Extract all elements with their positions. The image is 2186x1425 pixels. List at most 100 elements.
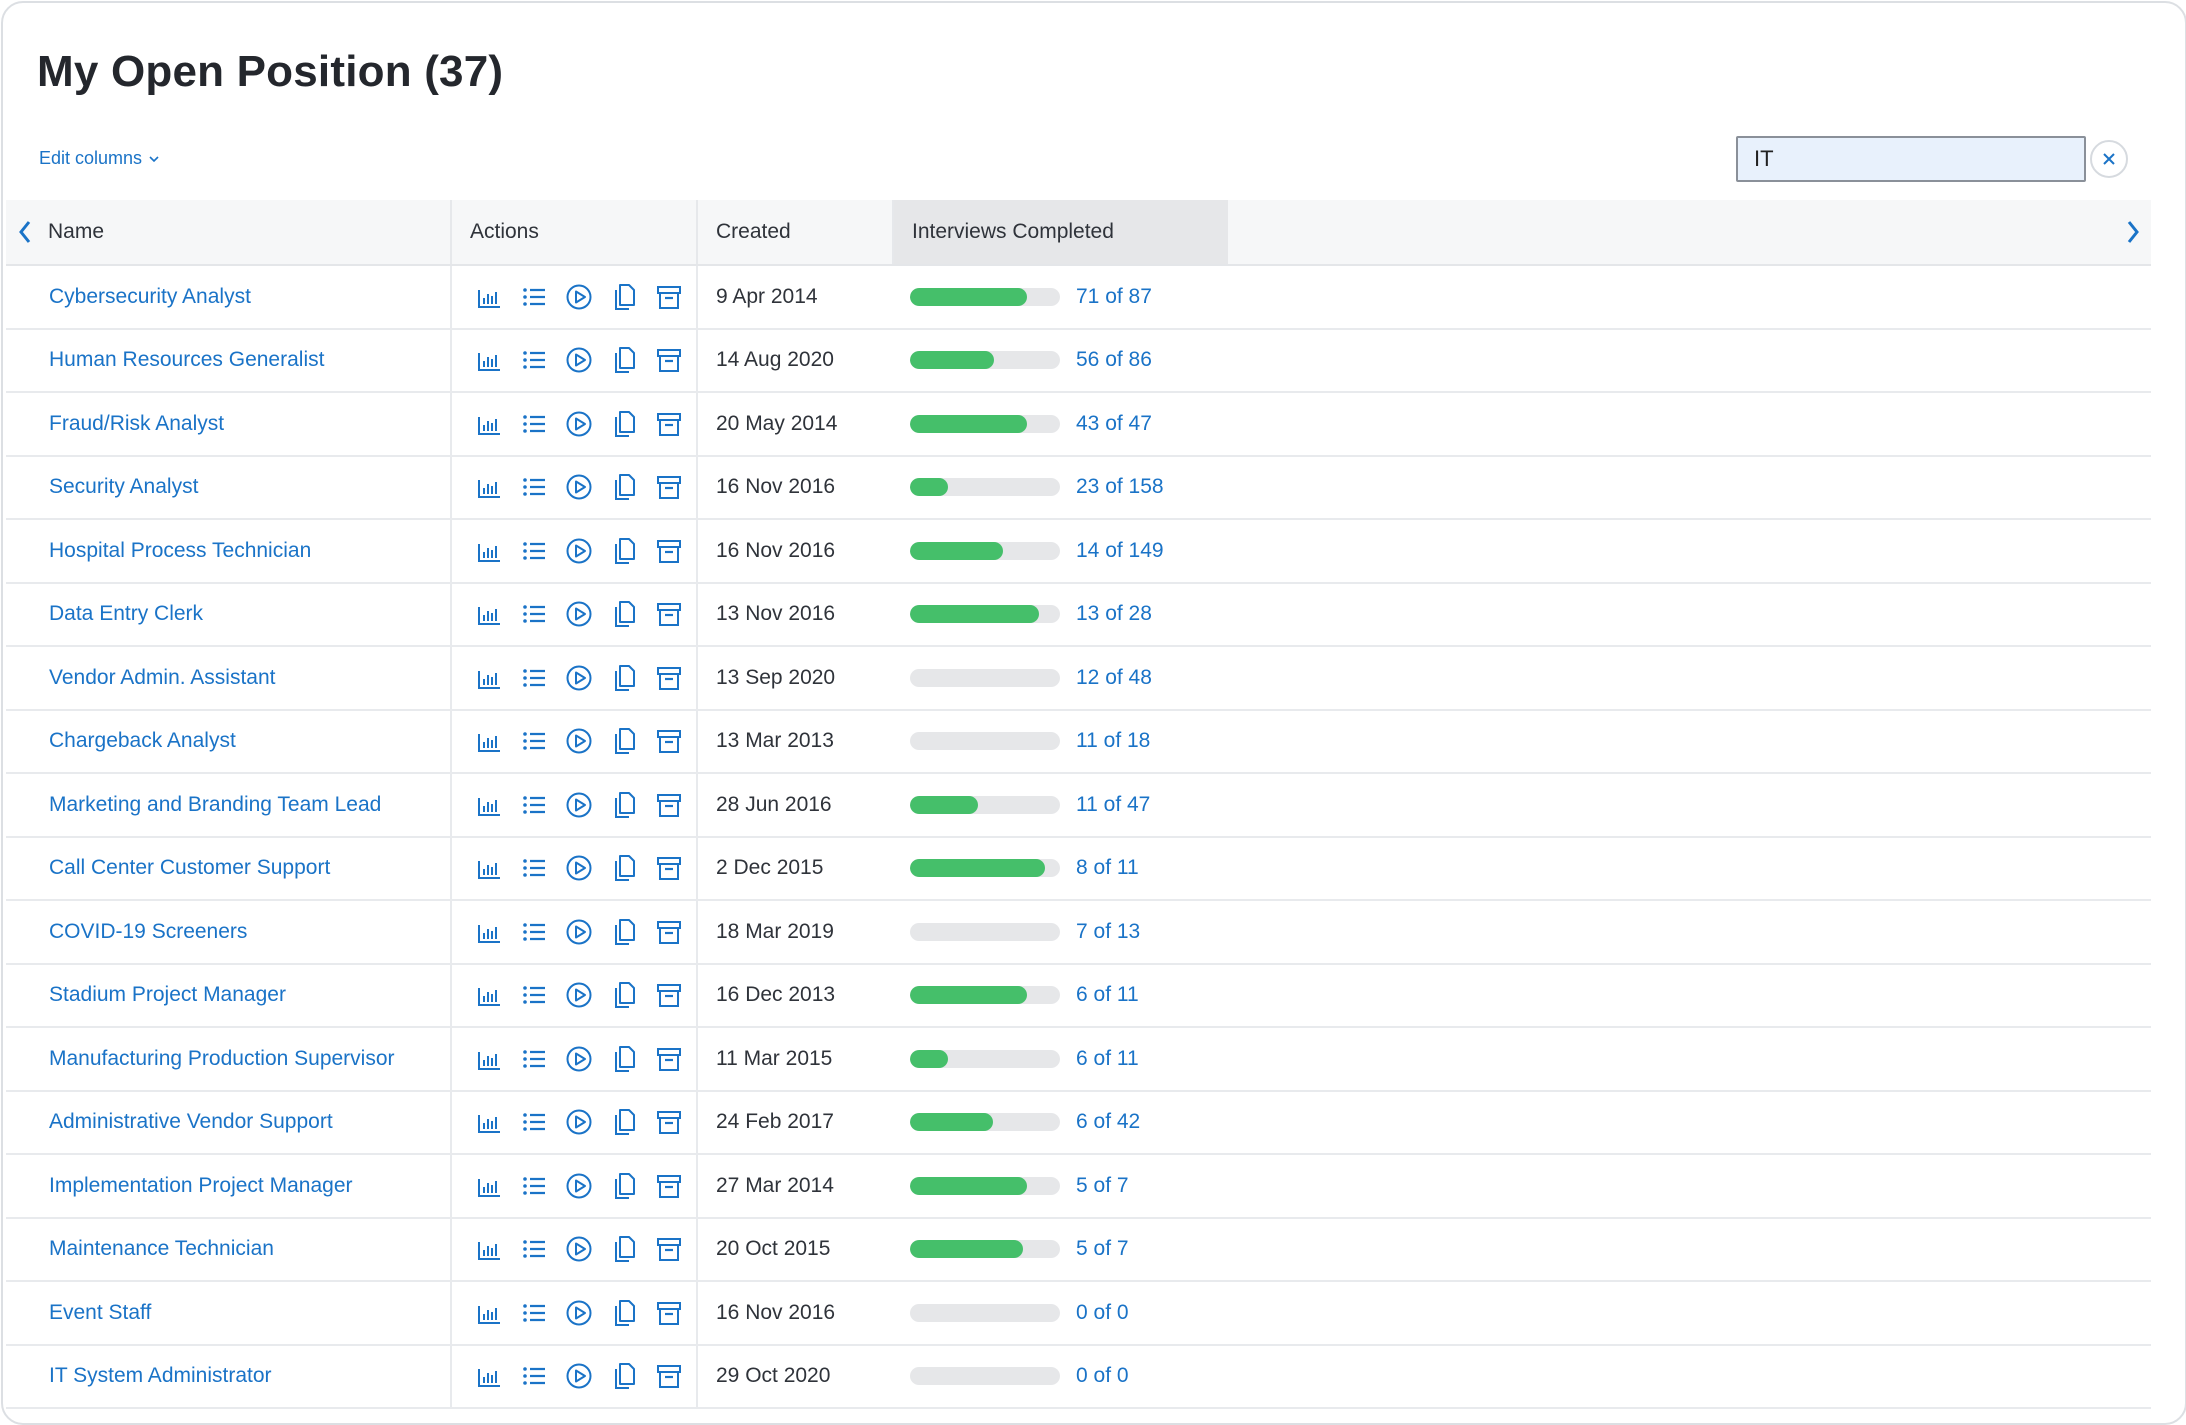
interviews-count-link[interactable]: 11 of 47 [1076,793,1150,817]
report-button[interactable] [474,1361,504,1391]
report-button[interactable] [474,1107,504,1137]
details-button[interactable] [519,1361,549,1391]
details-button[interactable] [519,472,549,502]
position-name-link[interactable]: Administrative Vendor Support [49,1110,333,1134]
position-name-link[interactable]: Cybersecurity Analyst [49,285,251,309]
position-name-link[interactable]: Data Entry Clerk [49,602,203,626]
position-name-link[interactable]: Hospital Process Technician [49,539,311,563]
play-button[interactable] [564,726,594,756]
archive-button[interactable] [654,1107,684,1137]
details-button[interactable] [519,1171,549,1201]
report-button[interactable] [474,917,504,947]
position-name-link[interactable]: Event Staff [49,1301,151,1325]
archive-button[interactable] [654,1234,684,1264]
details-button[interactable] [519,917,549,947]
copy-button[interactable] [609,790,639,820]
play-button[interactable] [564,1234,594,1264]
details-button[interactable] [519,1107,549,1137]
report-button[interactable] [474,409,504,439]
position-name-link[interactable]: Marketing and Branding Team Lead [49,793,381,817]
interviews-count-link[interactable]: 8 of 11 [1076,856,1139,880]
report-button[interactable] [474,1298,504,1328]
position-name-link[interactable]: Fraud/Risk Analyst [49,412,224,436]
details-button[interactable] [519,980,549,1010]
play-button[interactable] [564,980,594,1010]
play-button[interactable] [564,1044,594,1074]
search-input[interactable] [1736,136,2086,182]
details-button[interactable] [519,1298,549,1328]
play-button[interactable] [564,472,594,502]
position-name-link[interactable]: Call Center Customer Support [49,856,330,880]
report-button[interactable] [474,345,504,375]
details-button[interactable] [519,853,549,883]
archive-button[interactable] [654,663,684,693]
copy-button[interactable] [609,536,639,566]
interviews-count-link[interactable]: 43 of 47 [1076,412,1152,436]
interviews-count-link[interactable]: 71 of 87 [1076,285,1152,309]
interviews-count-link[interactable]: 56 of 86 [1076,348,1152,372]
play-button[interactable] [564,663,594,693]
position-name-link[interactable]: IT System Administrator [49,1364,272,1388]
position-name-link[interactable]: Security Analyst [49,475,198,499]
report-button[interactable] [474,282,504,312]
details-button[interactable] [519,345,549,375]
play-button[interactable] [564,1361,594,1391]
copy-button[interactable] [609,1171,639,1201]
report-button[interactable] [474,980,504,1010]
copy-button[interactable] [609,1234,639,1264]
interviews-count-link[interactable]: 13 of 28 [1076,602,1152,626]
interviews-count-link[interactable]: 5 of 7 [1076,1237,1129,1261]
play-button[interactable] [564,853,594,883]
play-button[interactable] [564,536,594,566]
copy-button[interactable] [609,726,639,756]
copy-button[interactable] [609,472,639,502]
report-button[interactable] [474,1171,504,1201]
interviews-count-link[interactable]: 23 of 158 [1076,475,1164,499]
play-button[interactable] [564,790,594,820]
copy-button[interactable] [609,1361,639,1391]
scroll-left-button[interactable] [8,200,42,264]
column-header-interviews-completed[interactable]: Interviews Completed [892,200,1228,264]
archive-button[interactable] [654,726,684,756]
interviews-count-link[interactable]: 14 of 149 [1076,539,1164,563]
details-button[interactable] [519,599,549,629]
details-button[interactable] [519,663,549,693]
interviews-count-link[interactable]: 11 of 18 [1076,729,1150,753]
details-button[interactable] [519,726,549,756]
report-button[interactable] [474,663,504,693]
clear-search-button[interactable] [2090,140,2128,178]
copy-button[interactable] [609,345,639,375]
archive-button[interactable] [654,853,684,883]
position-name-link[interactable]: Implementation Project Manager [49,1174,353,1198]
copy-button[interactable] [609,282,639,312]
play-button[interactable] [564,599,594,629]
play-button[interactable] [564,1171,594,1201]
report-button[interactable] [474,536,504,566]
details-button[interactable] [519,282,549,312]
details-button[interactable] [519,1044,549,1074]
archive-button[interactable] [654,1298,684,1328]
scroll-right-button[interactable] [2116,200,2150,264]
interviews-count-link[interactable]: 6 of 11 [1076,983,1139,1007]
interviews-count-link[interactable]: 0 of 0 [1076,1301,1129,1325]
copy-button[interactable] [609,1107,639,1137]
copy-button[interactable] [609,917,639,947]
archive-button[interactable] [654,790,684,820]
copy-button[interactable] [609,853,639,883]
position-name-link[interactable]: Human Resources Generalist [49,348,324,372]
archive-button[interactable] [654,282,684,312]
archive-button[interactable] [654,917,684,947]
archive-button[interactable] [654,1171,684,1201]
archive-button[interactable] [654,980,684,1010]
report-button[interactable] [474,472,504,502]
position-name-link[interactable]: Chargeback Analyst [49,729,236,753]
details-button[interactable] [519,409,549,439]
column-header-created[interactable]: Created [696,200,892,264]
interviews-count-link[interactable]: 6 of 11 [1076,1047,1139,1071]
archive-button[interactable] [654,345,684,375]
play-button[interactable] [564,282,594,312]
copy-button[interactable] [609,1044,639,1074]
interviews-count-link[interactable]: 5 of 7 [1076,1174,1129,1198]
play-button[interactable] [564,1298,594,1328]
copy-button[interactable] [609,599,639,629]
